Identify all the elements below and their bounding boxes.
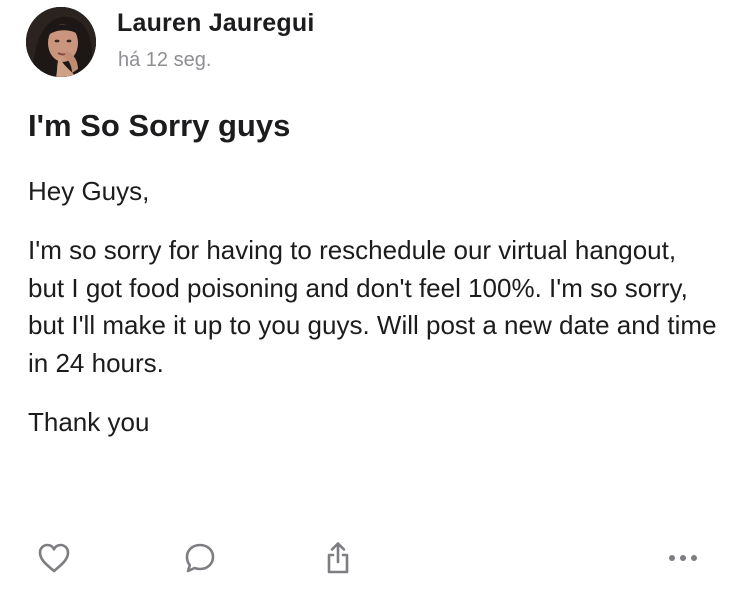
share-button[interactable] — [318, 538, 358, 578]
avatar-photo-icon — [26, 7, 96, 77]
like-button[interactable] — [34, 538, 74, 578]
post-card: Lauren Jauregui há 12 seg. I'm So Sorry … — [0, 0, 740, 596]
post-body: Hey Guys, I'm so sorry for having to res… — [28, 173, 718, 464]
author-name[interactable]: Lauren Jauregui — [117, 9, 315, 38]
post-message: I'm so sorry for having to reschedule ou… — [28, 235, 717, 378]
post-timestamp: há 12 seg. — [118, 49, 212, 71]
more-options-button[interactable] — [663, 538, 703, 578]
comment-button[interactable] — [180, 538, 220, 578]
post-title: I'm So Sorry guys — [28, 108, 291, 143]
post-greeting: Hey Guys, — [28, 176, 150, 206]
author-avatar[interactable] — [26, 7, 96, 77]
heart-icon — [38, 543, 70, 573]
post-closing: Thank you — [28, 407, 150, 438]
more-horizontal-icon — [669, 555, 697, 561]
share-icon — [327, 542, 349, 574]
post-actions — [0, 538, 740, 578]
speech-bubble-icon — [185, 543, 215, 573]
